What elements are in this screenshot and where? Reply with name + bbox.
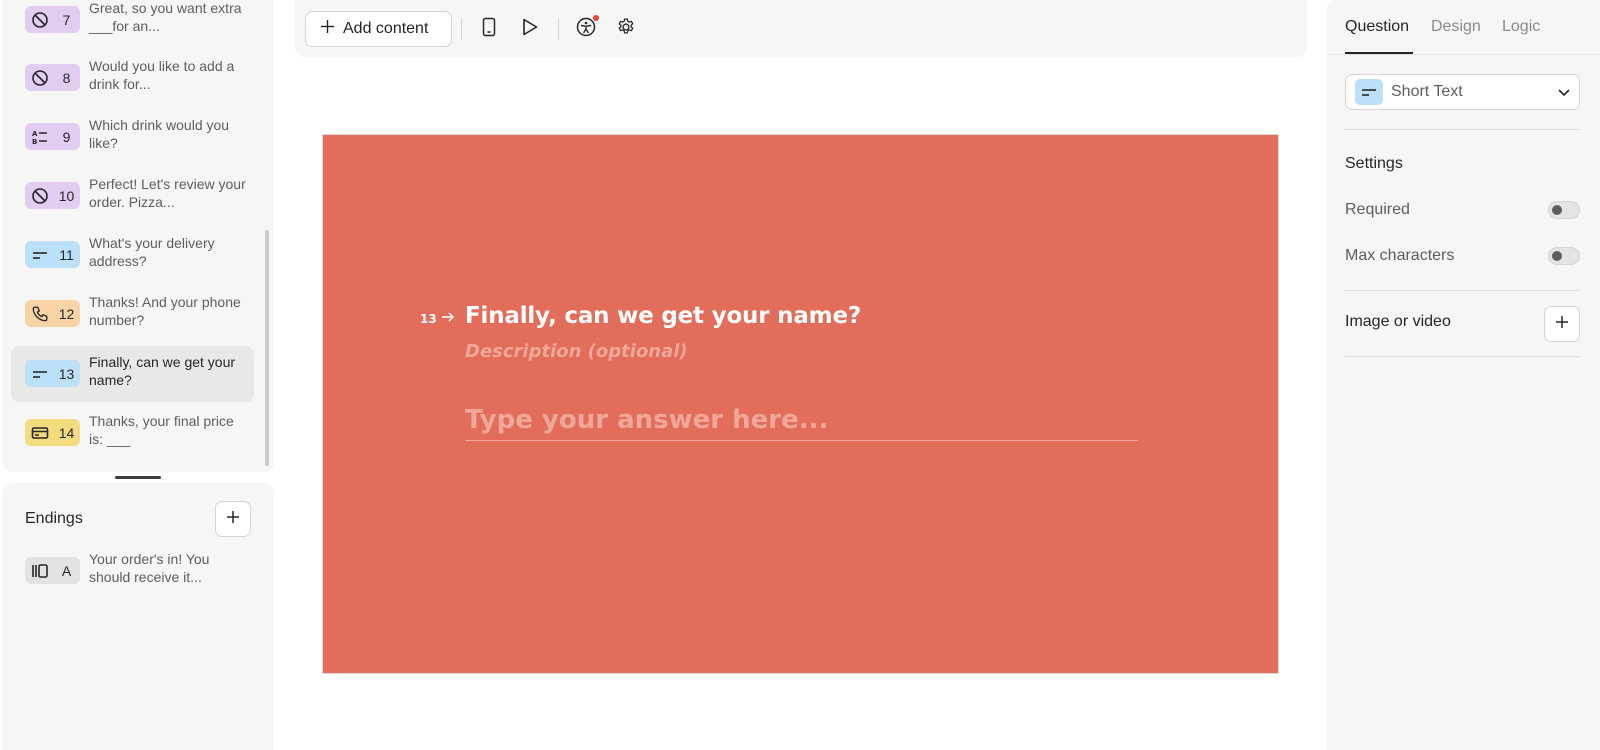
endings-panel: Endings A Your order's in! You should re… <box>2 483 274 750</box>
plus-icon <box>1554 314 1570 335</box>
question-number: 10 <box>58 187 75 204</box>
ab-list-icon: AB <box>25 128 55 146</box>
mobile-preview-button[interactable] <box>476 16 502 42</box>
question-item-14[interactable]: 14 Thanks, your final price is: ___ <box>11 405 254 461</box>
question-number: 12 <box>58 305 75 322</box>
ending-letter: A <box>61 562 72 579</box>
question-item-13[interactable]: 13 Finally, can we get your name? <box>11 346 254 402</box>
preview-play-button[interactable] <box>517 16 543 42</box>
question-title[interactable]: Finally, can we get your name? <box>465 303 861 329</box>
question-badge: 10 <box>25 182 80 209</box>
editor-toolbar: Add content <box>295 0 1307 57</box>
max-characters-toggle[interactable] <box>1548 247 1580 265</box>
question-list-panel: 7 Great, so you want extra ___for an... … <box>2 0 274 472</box>
question-text: Finally, can we get your name? <box>89 354 236 388</box>
endings-title: Endings <box>25 510 83 527</box>
question-text: Great, so you want extra ___for an... <box>89 0 242 34</box>
no-entry-icon <box>25 11 55 29</box>
no-entry-icon <box>25 69 55 87</box>
question-type-select[interactable]: Short Text <box>1345 74 1580 110</box>
section-divider <box>1345 290 1580 291</box>
active-tab-indicator <box>1345 52 1413 54</box>
question-number: 8 <box>62 69 71 86</box>
question-type-label: Short Text <box>1391 83 1463 100</box>
question-text: Which drink would you like? <box>89 117 230 151</box>
answer-input[interactable] <box>465 399 1138 441</box>
question-item-10[interactable]: 10 Perfect! Let's review your order. Piz… <box>11 168 254 224</box>
toolbar-divider <box>558 18 559 40</box>
play-icon <box>521 17 539 42</box>
ending-item-a[interactable]: A Your order's in! You should receive it… <box>11 543 254 599</box>
add-image-button[interactable] <box>1544 306 1580 342</box>
phone-icon <box>25 305 55 323</box>
toggle-knob <box>1552 251 1562 261</box>
svg-text:A: A <box>32 130 38 138</box>
panel-resize-handle[interactable] <box>115 476 161 479</box>
plus-icon <box>320 19 335 39</box>
tab-question[interactable]: Question <box>1345 18 1409 36</box>
tab-divider <box>1327 54 1600 55</box>
question-number: 14 <box>58 424 75 441</box>
question-number-indicator: 13 <box>420 311 455 326</box>
question-item-12[interactable]: 12 Thanks! And your phone number? <box>11 286 254 342</box>
short-text-icon <box>25 365 55 383</box>
question-text: Thanks, your final price is: ___ <box>89 413 234 447</box>
question-badge: AB 9 <box>25 123 80 150</box>
section-divider <box>1345 129 1580 130</box>
settings-title: Settings <box>1345 155 1403 172</box>
question-number: 9 <box>62 128 71 145</box>
tab-logic[interactable]: Logic <box>1502 18 1540 36</box>
ending-text: Your order's in! You should receive it..… <box>89 551 210 585</box>
chevron-down-icon <box>1549 87 1579 97</box>
properties-panel: Question Design Logic Short Text Setting… <box>1327 0 1600 750</box>
question-preview-canvas: 13 Finally, can we get your name? Descri… <box>322 134 1279 674</box>
image-or-video-label: Image or video <box>1345 313 1451 330</box>
accessibility-icon <box>576 17 596 42</box>
max-characters-label: Max characters <box>1345 247 1455 264</box>
required-toggle[interactable] <box>1548 201 1580 219</box>
question-item-7[interactable]: 7 Great, so you want extra ___for an... <box>11 0 254 48</box>
question-text: What's your delivery address? <box>89 235 215 269</box>
plus-icon <box>225 509 241 530</box>
question-description[interactable]: Description (optional) <box>465 341 688 362</box>
question-text: Perfect! Let's review your order. Pizza.… <box>89 176 246 210</box>
svg-text:B: B <box>32 138 37 146</box>
toolbar-divider <box>461 18 462 40</box>
question-text: Would you like to add a drink for... <box>89 58 235 92</box>
no-entry-icon <box>25 187 55 205</box>
question-item-11[interactable]: 11 What's your delivery address? <box>11 227 254 283</box>
ending-icon <box>25 562 55 580</box>
settings-button[interactable] <box>613 16 639 42</box>
tab-design[interactable]: Design <box>1431 18 1481 36</box>
question-number: 13 <box>420 311 437 326</box>
question-badge: 7 <box>25 6 80 33</box>
question-list-scrollbar[interactable] <box>265 230 269 466</box>
add-content-label: Add content <box>343 20 429 37</box>
question-number: 13 <box>58 365 75 382</box>
add-content-button[interactable]: Add content <box>305 11 452 47</box>
short-text-icon <box>1355 79 1383 105</box>
question-badge: 8 <box>25 64 80 91</box>
question-item-8[interactable]: 8 Would you like to add a drink for... <box>11 50 254 106</box>
question-badge: 12 <box>25 300 80 327</box>
question-number: 11 <box>59 246 74 263</box>
required-label: Required <box>1345 201 1410 218</box>
notification-dot <box>593 15 599 21</box>
mobile-icon <box>482 17 496 42</box>
arrow-right-icon <box>441 311 455 326</box>
ending-badge: A <box>25 557 80 584</box>
section-divider <box>1345 356 1580 357</box>
question-badge: 14 <box>25 419 80 446</box>
toggle-knob <box>1552 205 1562 215</box>
gear-icon <box>616 17 636 42</box>
question-text: Thanks! And your phone number? <box>89 294 241 328</box>
credit-card-icon <box>25 424 55 442</box>
question-badge: 11 <box>25 241 80 268</box>
accessibility-button[interactable] <box>573 15 599 42</box>
question-number: 7 <box>62 11 71 28</box>
add-ending-button[interactable] <box>215 501 251 537</box>
question-badge: 13 <box>25 360 80 387</box>
question-item-9[interactable]: AB 9 Which drink would you like? <box>11 109 254 165</box>
short-text-icon <box>25 246 55 264</box>
